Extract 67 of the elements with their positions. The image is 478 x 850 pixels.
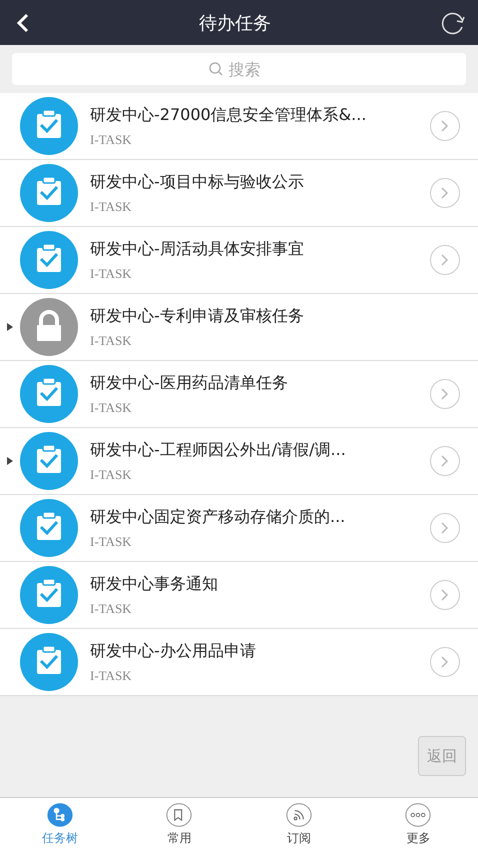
task-row[interactable]: 研发中心-医用药品清单任务 I-TASK [0,361,478,428]
chevron-right-icon [441,455,449,467]
rss-icon [284,802,314,828]
chevron-right-icon [441,187,449,199]
task-source: I-TASK [90,266,133,282]
task-title: 研发中心-27000信息安全管理体系&... [90,104,368,126]
task-source: I-TASK [90,466,133,482]
open-button[interactable] [430,647,460,677]
back-button[interactable] [16,12,30,32]
clipboard-check-icon [20,164,78,222]
task-title: 研发中心-办公用品申请 [90,640,257,662]
task-title: 研发中心事务通知 [90,574,219,594]
clipboard-check-icon [20,231,78,289]
task-source: I-TASK [90,600,133,616]
open-button[interactable] [430,178,460,208]
padlock-icon [20,298,78,356]
clipboard-check-icon [20,432,78,490]
task-source: I-TASK [90,132,133,148]
open-button[interactable] [430,245,460,275]
search-icon [208,61,224,77]
clipboard-check-icon [20,97,78,155]
more-icon [403,802,434,828]
bookmark-icon [164,802,194,828]
task-row[interactable]: 研发中心-工程师因公外出/请假/调... I-TASK [0,428,478,495]
clipboard-check-icon [20,633,78,691]
task-row[interactable]: 研发中心事务通知 I-TASK [0,562,478,629]
task-source: I-TASK [90,332,133,348]
task-title: 研发中心-项目中标与验收公示 [90,172,305,192]
page-title: 待办任务 [199,12,271,34]
task-row[interactable]: 研发中心-周活动具体安排事宜 I-TASK [0,227,478,294]
open-button[interactable] [430,379,460,409]
chevron-right-icon [441,589,449,601]
chevron-right-icon [441,522,449,534]
clipboard-check-icon [20,566,78,624]
task-title: 研发中心-医用药品清单任务 [90,372,289,394]
task-source: I-TASK [90,668,133,684]
task-title: 研发中心-工程师因公外出/请假/调... [90,440,347,460]
clipboard-check-icon [20,365,78,423]
chevron-right-icon [441,656,449,668]
tree-icon [44,802,75,828]
tab[interactable]: 常用 [120,798,239,850]
search-bar[interactable]: 搜索 [12,53,466,85]
task-source: I-TASK [90,534,133,550]
task-row[interactable]: 研发中心-27000信息安全管理体系&... I-TASK [0,93,478,160]
refresh-icon [440,10,466,34]
tab[interactable]: 更多 [358,798,478,850]
search-field[interactable]: 搜索 [226,58,270,80]
task-row[interactable]: 研发中心固定资产移动存储介质的... I-TASK [0,495,478,562]
open-button[interactable] [430,111,460,141]
open-button[interactable] [430,580,460,610]
chevron-right-icon [441,120,449,132]
task-source: I-TASK [90,400,133,416]
task-title: 研发中心-专利申请及审核任务 [90,306,305,326]
task-row[interactable]: 研发中心-项目中标与验收公示 I-TASK [0,160,478,227]
chevron-right-icon [441,388,449,400]
open-button[interactable] [430,446,460,476]
back-icon [16,12,30,32]
task-title: 研发中心-周活动具体安排事宜 [90,238,305,260]
task-row[interactable]: 研发中心-专利申请及审核任务 I-TASK [0,294,478,361]
tab[interactable]: 订阅 [239,798,358,850]
refresh-button[interactable] [440,10,466,34]
task-source: I-TASK [90,198,133,214]
clipboard-check-icon [20,499,78,557]
task-title: 研发中心固定资产移动存储介质的... [90,506,346,528]
open-button[interactable] [430,513,460,543]
chevron-right-icon [441,254,449,266]
task-row[interactable]: 研发中心-办公用品申请 I-TASK [0,629,478,696]
